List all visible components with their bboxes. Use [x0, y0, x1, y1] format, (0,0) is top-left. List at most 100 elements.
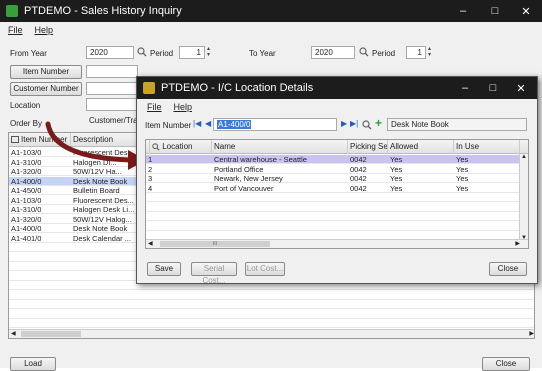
cell-description: 50W/12V Halog... — [73, 214, 132, 224]
cell-location-name: Port of Vancouver — [214, 183, 274, 193]
main-close-button[interactable]: Close — [482, 357, 530, 371]
close-window-button[interactable]: ✕ — [512, 0, 540, 22]
dialog-item-number-input[interactable]: A1-400/0 — [213, 118, 337, 131]
serial-cost-button[interactable]: Serial Cost... — [191, 262, 237, 285]
cell-picking-sequence: 0042 — [350, 164, 367, 174]
col-allowed[interactable]: Allowed — [388, 140, 454, 154]
nav-next-icon[interactable]: ▶ — [341, 119, 347, 128]
cell-description: Desk Calendar ... — [73, 233, 131, 243]
cell-picking-sequence: 0042 — [350, 183, 367, 193]
cell-description: Halogen Desk Li... — [73, 205, 135, 214]
customer-number-button[interactable]: Customer Number — [10, 82, 82, 96]
cell-item-number: A1-400/0 — [11, 224, 42, 233]
scroll-right-icon[interactable]: ▶ — [529, 330, 534, 337]
cell-location-name: Newark, New Jersey — [214, 174, 283, 183]
main-window-title: PTDEMO - Sales History Inquiry — [24, 5, 182, 17]
lot-cost-button[interactable]: Lot Cost... — [245, 262, 285, 276]
scroll-up-icon[interactable]: ▲ — [521, 154, 527, 160]
from-year-label: From Year — [10, 49, 47, 58]
dialog-menu-help[interactable]: Help — [174, 102, 193, 112]
item-number-button[interactable]: Item Number — [10, 65, 82, 79]
cell-in-use: Yes — [456, 174, 469, 183]
app-icon — [143, 82, 155, 94]
empty-row — [9, 310, 534, 319]
load-button[interactable]: Load — [10, 357, 56, 371]
main-hscrollbar[interactable]: ◀ ▶ — [9, 329, 534, 338]
maximize-button[interactable]: □ — [481, 0, 509, 22]
dialog-close-button[interactable]: Close — [489, 262, 527, 276]
to-year-label: To Year — [249, 49, 276, 58]
from-year-input[interactable]: 2020 — [86, 46, 134, 59]
dialog-minimize-button[interactable]: – — [451, 77, 479, 99]
cell-item-number: A1-310/0 — [11, 205, 42, 214]
col-in-use[interactable]: In Use — [454, 140, 520, 154]
search-icon[interactable] — [137, 47, 147, 57]
save-button[interactable]: Save — [147, 262, 181, 276]
col-picking-sequence[interactable]: Picking Sequen... — [348, 140, 388, 154]
scroll-left-icon[interactable]: ◀ — [11, 330, 16, 337]
cell-location-name: Portland Office — [214, 164, 264, 174]
customer-number-input[interactable] — [86, 82, 138, 95]
item-number-input[interactable] — [86, 65, 138, 78]
scroll-right-icon[interactable]: ▶ — [515, 240, 520, 247]
to-year-input[interactable]: 2020 — [311, 46, 355, 59]
cell-picking-sequence: 0042 — [350, 174, 367, 183]
cell-picking-sequence: 0042 — [350, 155, 367, 164]
col-name[interactable]: Name — [212, 140, 348, 154]
empty-row — [9, 291, 534, 300]
cell-allowed: Yes — [390, 183, 403, 193]
cell-description: Fluorescent Des... — [73, 195, 134, 205]
nav-prev-icon[interactable]: ◀ — [205, 119, 211, 128]
location-label: Location — [10, 101, 41, 110]
add-icon[interactable]: + — [375, 116, 382, 130]
main-menubar: File Help — [8, 25, 53, 35]
table-row[interactable]: 1 Central warehouse - Seattle 0042 Yes Yes — [146, 155, 520, 164]
app-icon — [6, 5, 18, 17]
pointer-arrow-icon — [45, 121, 146, 170]
dialog-vscrollbar[interactable]: ▲ ▼ — [519, 154, 528, 241]
dialog-item-number-label: Item Number — [145, 121, 192, 130]
cell-in-use: Yes — [456, 155, 469, 164]
empty-row — [146, 222, 520, 231]
empty-row — [9, 300, 534, 309]
location-details-dialog: PTDEMO - I/C Location Details – □ ✕ File… — [136, 76, 538, 285]
search-icon[interactable] — [359, 47, 369, 57]
dialog-menu-file[interactable]: File — [147, 102, 162, 112]
table-row[interactable]: 3 Newark, New Jersey 0042 Yes Yes — [146, 174, 520, 183]
period-input[interactable]: 1 — [179, 46, 205, 59]
cell-description: Desk Note Book — [73, 224, 128, 233]
cell-in-use: Yes — [456, 183, 469, 193]
col-location[interactable]: Location — [150, 140, 212, 154]
search-icon[interactable] — [362, 120, 372, 130]
dialog-maximize-button[interactable]: □ — [479, 77, 507, 99]
table-row[interactable]: 2 Portland Office 0042 Yes Yes — [146, 165, 520, 174]
empty-row — [146, 193, 520, 202]
scroll-left-icon[interactable]: ◀ — [148, 240, 153, 247]
table-row[interactable]: 4 Port of Vancouver 0042 Yes Yes — [146, 184, 520, 193]
nav-last-icon[interactable]: ▶| — [350, 119, 358, 128]
period2-label: Period — [372, 49, 396, 58]
cell-row-number: 1 — [148, 155, 153, 164]
scroll-thumb[interactable]: III — [160, 241, 270, 247]
period2-input[interactable]: 1 — [406, 46, 426, 59]
cell-item-number: A1-401/0 — [11, 233, 42, 243]
nav-first-icon[interactable]: |◀ — [193, 119, 201, 128]
menu-help[interactable]: Help — [35, 25, 54, 35]
period-spinner[interactable]: ▴ ▾ — [207, 46, 213, 58]
dialog-title: PTDEMO - I/C Location Details — [161, 82, 314, 94]
period2-spinner[interactable]: ▴ ▾ — [428, 46, 434, 58]
cell-allowed: Yes — [390, 155, 403, 164]
cell-location-name: Central warehouse - Seattle — [214, 155, 307, 164]
scroll-thumb[interactable] — [21, 331, 81, 337]
minimize-button[interactable]: – — [449, 0, 477, 22]
location-grid: Location Name Picking Sequen... Allowed … — [145, 139, 529, 249]
dialog-close-window-button[interactable]: ✕ — [507, 77, 535, 99]
location-input[interactable] — [86, 98, 138, 111]
menu-file[interactable]: File — [8, 25, 23, 35]
cell-description: Bulletin Board — [73, 186, 120, 195]
empty-row — [9, 319, 534, 328]
grid-icon — [11, 136, 19, 144]
dialog-hscrollbar[interactable]: ◀ III ▶ — [146, 239, 528, 248]
item-description-field: Desk Note Book — [387, 118, 527, 131]
search-icon — [152, 143, 160, 151]
